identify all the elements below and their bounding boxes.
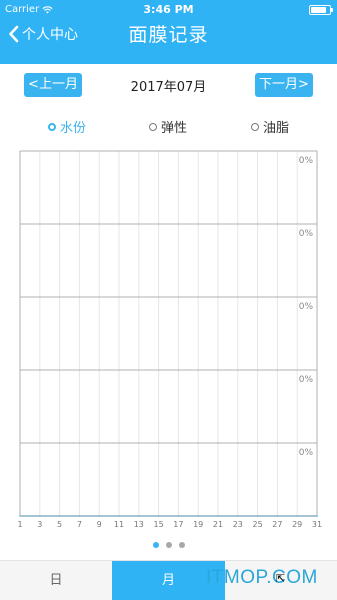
tab-day[interactable]: 日 [0, 561, 112, 600]
status-time: 3:46 PM [143, 3, 194, 16]
page-dot[interactable] [152, 542, 159, 548]
radio-dot-icon [149, 122, 157, 131]
x-tick-label: 7 [77, 520, 82, 529]
cursor-icon: ⇱ [276, 572, 286, 585]
tab-label: 水份 [60, 121, 87, 136]
x-tick-label: 17 [173, 520, 183, 529]
x-tick-label: 5 [57, 520, 62, 529]
prev-month-button[interactable]: <上一月 [24, 73, 82, 97]
battery-level [311, 7, 327, 13]
watermark-logo: ITMOP.COM [206, 567, 318, 588]
y-band-label: 0% [299, 302, 314, 312]
app-screen: Carrier 3:46 PM 个人中心 面膜记录 <上一月 2017年07月 … [0, 0, 337, 600]
x-tick-label: 31 [312, 520, 322, 529]
metric-tabs: 水份 弹性 油脂 [0, 117, 337, 137]
monthly-chart: 0%0%0%0%0%1 3 5 7 9 11 13 15 17 19 21 23 25 27 29 31 [17, 150, 322, 529]
x-tick-label: 11 [114, 520, 124, 529]
x-tick-label: 23 [233, 520, 243, 529]
x-tick-label: 27 [272, 520, 282, 529]
next-month-button[interactable]: 下一月> [255, 73, 313, 97]
x-tick-label: 9 [97, 520, 102, 529]
x-tick-label: 19 [193, 520, 203, 529]
x-tick-label: 3 [37, 520, 42, 529]
y-band-label: 0% [299, 448, 314, 458]
status-bar: Carrier 3:46 PM [0, 0, 337, 20]
x-tick-label: 13 [134, 520, 144, 529]
tab-elasticity[interactable]: 弹性 [149, 117, 187, 136]
tab-moisture[interactable]: 水份 [48, 117, 86, 136]
x-tick-label: 25 [253, 520, 263, 529]
page-dot[interactable] [178, 542, 185, 548]
x-tick-label: 21 [213, 520, 223, 529]
y-band-label: 0% [299, 375, 314, 385]
tab-label: 油脂 [263, 121, 290, 136]
x-tick-label: 29 [292, 520, 302, 529]
x-tick-label: 1 [17, 520, 22, 529]
top-bar: Carrier 3:46 PM 个人中心 面膜记录 [0, 0, 337, 64]
page-indicator [0, 542, 337, 550]
month-navigator: <上一月 2017年07月 下一月> [0, 73, 337, 97]
battery-icon [309, 5, 333, 15]
bottom-tab-bar: 日 月 ITMOP.COM [0, 560, 337, 600]
x-tick-label: 15 [154, 520, 164, 529]
current-month-label: 2017年07月 [130, 80, 207, 95]
y-band-label: 0% [299, 156, 314, 166]
radio-dot-icon [251, 122, 259, 131]
y-band-label: 0% [299, 229, 314, 239]
tab-label: 弹性 [161, 121, 188, 136]
radio-dot-icon [48, 122, 56, 131]
nav-bar: 个人中心 面膜记录 [0, 20, 337, 64]
tab-oil[interactable]: 油脂 [251, 117, 289, 136]
page-dot[interactable] [165, 542, 172, 548]
page-title: 面膜记录 [128, 24, 209, 46]
